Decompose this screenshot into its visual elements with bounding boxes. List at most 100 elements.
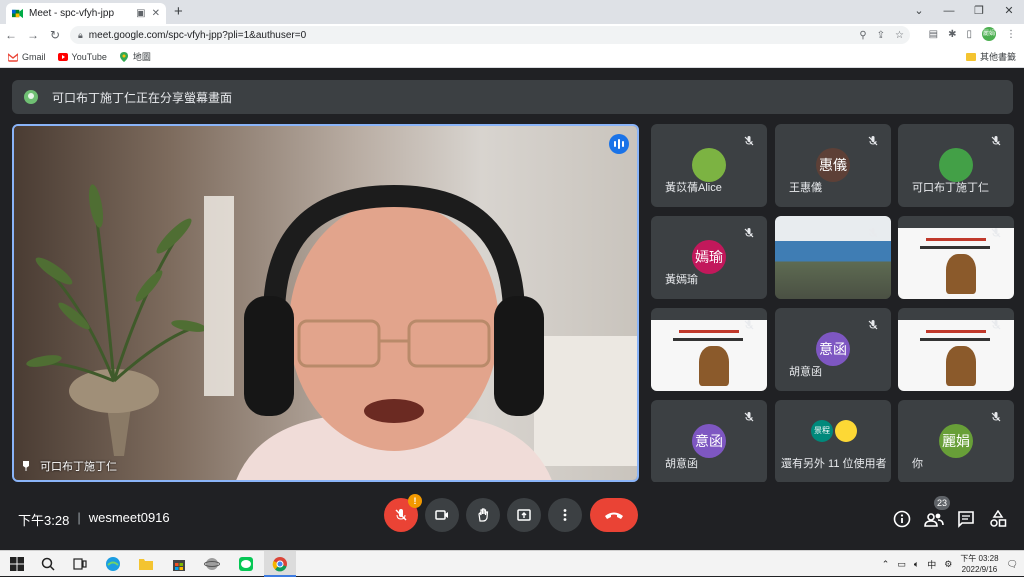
participant-tile[interactable]	[775, 216, 891, 299]
bookmark-star-icon[interactable]: ☆	[895, 30, 904, 41]
minimize-icon[interactable]: —	[934, 0, 964, 24]
edge-icon[interactable]	[105, 556, 121, 572]
windows-taskbar: ⌃ ▭ 🔈︎ 中 ⚙ 下午 03:28 2022/9/16 🗨︎	[0, 550, 1024, 577]
close-tab-icon[interactable]: ✕	[152, 8, 160, 19]
participant-name: 還有另外 11 位使用者	[781, 458, 887, 470]
participant-name: 胡意函	[789, 366, 822, 378]
sidebar-icon[interactable]: ▯	[966, 29, 972, 40]
share-icon[interactable]: ⇪	[877, 30, 885, 41]
other-bookmarks-label: 其他書籤	[979, 52, 1016, 62]
ime-indicator[interactable]: 中	[927, 558, 936, 571]
mic-off-icon	[743, 134, 755, 146]
maximize-icon[interactable]: ❐	[964, 0, 994, 24]
meeting-info: 下午3:28 | wesmeet0916	[18, 510, 170, 528]
present-screen-button[interactable]	[507, 498, 541, 532]
end-call-icon	[605, 512, 623, 519]
bookmark-label: 地圖	[132, 52, 151, 62]
puzzle-icon[interactable]: ✱	[948, 29, 956, 40]
participant-tile[interactable]: 景程還有另外 11 位使用者	[775, 400, 891, 483]
mic-off-icon	[743, 410, 755, 422]
participant-avatar	[939, 148, 973, 182]
tab-search-icon[interactable]: ⌄	[904, 0, 934, 24]
meeting-controls-bar: 下午3:28 | wesmeet0916 !	[0, 482, 1024, 550]
participant-tile[interactable]	[898, 216, 1014, 299]
leave-call-button[interactable]	[590, 498, 638, 532]
more-options-button[interactable]	[548, 498, 582, 532]
presenting-banner: 可口布丁施丁仁正在分享螢幕畫面	[12, 80, 1013, 114]
zoom-icon[interactable]: ⚲	[859, 30, 866, 41]
participant-name: 王惠儀	[789, 182, 822, 194]
chat-button[interactable]	[955, 508, 977, 530]
system-clock[interactable]: 下午 03:28 2022/9/16	[960, 553, 998, 575]
bookmark-gmail[interactable]: Gmail	[8, 52, 46, 62]
pin-icon[interactable]	[22, 461, 30, 471]
line-icon[interactable]	[238, 556, 254, 572]
chrome-icon[interactable]	[272, 556, 288, 572]
meeting-time: 下午3:28	[18, 513, 70, 528]
notification-icon[interactable]: 🗨︎	[1007, 559, 1018, 570]
network-icon[interactable]: ▭	[897, 559, 906, 570]
gmail-icon	[8, 52, 18, 62]
app-icon[interactable]	[204, 556, 220, 572]
main-speaker-name: 可口布丁施丁仁	[40, 461, 117, 473]
microphone-button[interactable]: !	[384, 494, 422, 532]
mic-off-icon	[743, 318, 755, 330]
search-icon[interactable]	[40, 556, 56, 572]
others-avatar: 景程	[811, 420, 833, 442]
new-tab-icon[interactable]: +	[174, 3, 183, 20]
meet-stage: 可口布丁施丁仁正在分享螢幕畫面 可口布丁施丁仁 黃苡蒨Alice 惠儀 王惠儀 …	[0, 68, 1024, 550]
tab-title: Meet - spc-vfyh-jpp	[29, 8, 115, 19]
mic-off-icon	[743, 226, 755, 238]
activities-button[interactable]	[987, 508, 1009, 530]
reload-icon[interactable]: ↻	[44, 28, 66, 42]
close-window-icon[interactable]: ✕	[994, 0, 1024, 24]
emoji-avatar-icon	[835, 420, 857, 442]
bookmarks-bar: Gmail YouTube 地圖 其他書籤	[0, 46, 1024, 68]
bookmark-youtube[interactable]: YouTube	[57, 52, 107, 62]
participant-tile[interactable]: 嫣瑜 黃嫣瑜	[651, 216, 767, 299]
forward-icon[interactable]: →	[22, 28, 44, 42]
raise-hand-button[interactable]	[466, 498, 500, 532]
participant-tile[interactable]: 意函 胡意函	[651, 400, 767, 483]
participant-name: 可口布丁施丁仁	[912, 182, 989, 194]
store-icon[interactable]	[171, 556, 187, 572]
camera-button[interactable]	[425, 498, 459, 532]
participant-tile[interactable]: 麗娟你	[898, 400, 1014, 483]
present-icon	[517, 509, 531, 521]
browser-toolbar: ← → ↻ 🔒︎ meet.google.com/spc-vfyh-jpp?pl…	[0, 24, 1024, 46]
windows-start-icon[interactable]	[9, 556, 25, 572]
recording-icon: ▣	[136, 8, 146, 19]
task-view-icon[interactable]	[72, 556, 88, 572]
maps-icon	[119, 51, 128, 62]
profile-avatar[interactable]: 麗娟	[982, 27, 996, 41]
bookmark-maps[interactable]: 地圖	[119, 50, 151, 63]
bookmark-label: Gmail	[22, 51, 46, 62]
folder-icon	[965, 52, 976, 61]
participant-tile[interactable]	[898, 308, 1014, 391]
extension-icon[interactable]: ▤	[929, 29, 938, 40]
address-bar[interactable]: 🔒︎ meet.google.com/spc-vfyh-jpp?pli=1&au…	[70, 26, 910, 44]
mic-warning-badge: !	[408, 494, 422, 508]
tray-app-icon[interactable]: ⚙	[944, 559, 952, 570]
url-text: meet.google.com/spc-vfyh-jpp?pli=1&authu…	[88, 29, 307, 41]
participant-tile[interactable]: 惠儀 王惠儀	[775, 124, 891, 207]
participant-tile[interactable]: 黃苡蒨Alice	[651, 124, 767, 207]
volume-icon[interactable]: 🔈︎	[914, 559, 919, 570]
chevron-up-icon[interactable]: ⌃	[882, 559, 890, 570]
participant-tile[interactable]: 可口布丁施丁仁	[898, 124, 1014, 207]
people-icon	[924, 513, 944, 527]
participant-tile[interactable]: 意函 胡意函	[775, 308, 891, 391]
people-button[interactable]	[923, 508, 945, 530]
menu-kebab-icon[interactable]: ⋮	[1006, 29, 1016, 40]
participant-tile[interactable]	[651, 308, 767, 391]
back-icon[interactable]: ←	[0, 28, 22, 42]
file-explorer-icon[interactable]	[138, 556, 154, 572]
meeting-details-button[interactable]	[891, 508, 913, 530]
participant-name: 胡意函	[665, 458, 698, 470]
participant-avatar: 意函	[692, 424, 726, 458]
browser-tab[interactable]: Meet - spc-vfyh-jpp ▣ ✕	[6, 3, 166, 24]
main-speaker-tile[interactable]: 可口布丁施丁仁	[12, 124, 639, 482]
camera-icon	[435, 510, 448, 520]
other-bookmarks[interactable]: 其他書籤	[965, 50, 1016, 63]
participant-avatar: 惠儀	[816, 148, 850, 182]
